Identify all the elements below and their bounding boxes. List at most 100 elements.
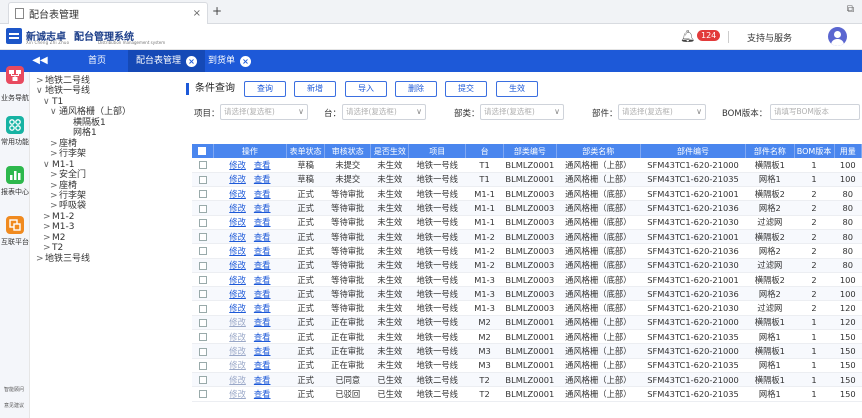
project-select[interactable]: 请选择(复选框) ∨: [220, 104, 308, 120]
row-checkbox[interactable]: [198, 304, 207, 313]
table-row[interactable]: 修改 查看 正式 等待审批 未生效 地铁一号线 M1-3 BLMLZ0003 通风格栅（底部） S…: [192, 300, 862, 316]
tree-node[interactable]: >行李架: [50, 149, 86, 160]
row-checkbox[interactable]: [198, 233, 207, 242]
window-restore-icon[interactable]: ⧉: [847, 4, 854, 15]
table-row[interactable]: 修改 查看 正式 等待审批 未生效 地铁一号线 M1-3 BLMLZ0003 通风格栅（底部） S…: [192, 286, 862, 302]
chevron-right-icon[interactable]: >: [50, 139, 59, 150]
table-row[interactable]: 修改 查看 正式 正在审批 未生效 地铁一号线 M2 BLMLZ0001 通风格栅（上部） SFM…: [192, 329, 862, 345]
view-link[interactable]: 查看: [254, 317, 271, 327]
new-tab-icon[interactable]: +: [212, 4, 222, 18]
view-link[interactable]: 查看: [254, 375, 271, 385]
view-link[interactable]: 查看: [254, 232, 271, 242]
view-link[interactable]: 查看: [254, 260, 271, 270]
chevron-down-icon[interactable]: ∨: [43, 97, 52, 108]
row-checkbox[interactable]: [198, 161, 207, 170]
edit-link[interactable]: 修改: [229, 189, 246, 199]
tree-node[interactable]: >M2: [43, 233, 66, 244]
tree-node[interactable]: >安全门: [50, 170, 86, 181]
view-link[interactable]: 查看: [254, 174, 271, 184]
table-row[interactable]: 修改 查看 草稿 未提交 未生效 地铁一号线 T1 BLMLZ0001 通风格栅（上部） SFM4…: [192, 158, 862, 173]
table-row[interactable]: 修改 查看 正式 正在审批 未生效 地铁一号线 M3 BLMLZ0001 通风格栅（上部） SFM…: [192, 343, 862, 359]
chevron-right-icon[interactable]: >: [50, 170, 59, 181]
chevron-right-icon[interactable]: >: [50, 191, 59, 202]
row-checkbox[interactable]: [198, 276, 207, 285]
edit-link[interactable]: 修改: [229, 232, 246, 242]
notification-badge[interactable]: 124: [697, 30, 721, 41]
tree-node[interactable]: >地铁三号线: [36, 254, 90, 265]
tree-node[interactable]: >座椅: [50, 139, 77, 150]
row-checkbox[interactable]: [198, 347, 207, 356]
chevron-right-icon[interactable]: >: [43, 243, 52, 254]
view-link[interactable]: 查看: [254, 275, 271, 285]
chevron-right-icon[interactable]: >: [50, 181, 59, 192]
row-checkbox[interactable]: [198, 190, 207, 199]
row-checkbox[interactable]: [198, 361, 207, 370]
delete-button[interactable]: 删除: [395, 81, 437, 97]
edit-link[interactable]: 修改: [229, 174, 246, 184]
row-checkbox[interactable]: [198, 290, 207, 299]
avatar[interactable]: [828, 27, 847, 46]
tree-node[interactable]: 横隔板1: [64, 118, 106, 129]
table-row[interactable]: 修改 查看 正式 等待审批 未生效 地铁一号线 M1-1 BLMLZ0003 通风格栅（底部） S…: [192, 186, 862, 202]
view-link[interactable]: 查看: [254, 389, 271, 399]
sidebar-item-org[interactable]: [0, 66, 30, 84]
close-icon[interactable]: ×: [240, 56, 252, 67]
chevron-right-icon[interactable]: >: [36, 76, 45, 87]
tab-arrival-note[interactable]: 到货单 ×: [208, 50, 252, 72]
view-link[interactable]: 查看: [254, 289, 271, 299]
row-checkbox[interactable]: [198, 376, 207, 385]
tree-node[interactable]: ∨ 地铁一号线: [36, 86, 90, 97]
chevron-right-icon[interactable]: >: [43, 233, 52, 244]
tree-node[interactable]: >地铁二号线: [36, 76, 90, 87]
browser-tab[interactable]: 配台表管理 ×: [8, 2, 208, 24]
chevron-right-icon[interactable]: >: [43, 212, 52, 223]
chevron-right-icon[interactable]: >: [43, 222, 52, 233]
tree-node[interactable]: >M1-3: [43, 222, 74, 233]
edit-link[interactable]: 修改: [229, 203, 246, 213]
chevron-right-icon[interactable]: >: [36, 254, 45, 265]
smart-advisor-link[interactable]: 智能顾问: [4, 386, 24, 393]
edit-link[interactable]: 修改: [229, 246, 246, 256]
tree-node[interactable]: >座椅: [50, 181, 77, 192]
add-button[interactable]: 新增: [294, 81, 336, 97]
bell-icon[interactable]: 🔔︎: [680, 29, 695, 43]
table-row[interactable]: 修改 查看 正式 正在审批 未生效 地铁一号线 M3 BLMLZ0001 通风格栅（上部） SFM…: [192, 358, 862, 373]
collapse-sidebar-icon[interactable]: ◀◀: [28, 54, 52, 68]
table-row[interactable]: 修改 查看 正式 等待审批 未生效 地铁一号线 M1-3 BLMLZ0003 通风格栅（底部） S…: [192, 272, 862, 288]
view-link[interactable]: 查看: [254, 346, 271, 356]
component-select[interactable]: 请选择(复选框) ∨: [618, 104, 706, 120]
table-row[interactable]: 修改 查看 正式 等待审批 未生效 地铁一号线 M1-2 BLMLZ0003 通风格栅（底部） S…: [192, 243, 862, 259]
sidebar-item-interconnect-platform[interactable]: 互联平台: [0, 216, 30, 247]
edit-link[interactable]: 修改: [229, 260, 246, 270]
tree-node[interactable]: >呼吸袋: [50, 201, 86, 212]
view-link[interactable]: 查看: [254, 246, 271, 256]
view-link[interactable]: 查看: [254, 332, 271, 342]
chevron-down-icon[interactable]: ∨: [50, 107, 59, 118]
edit-link[interactable]: 修改: [229, 289, 246, 299]
edit-link[interactable]: 修改: [229, 303, 246, 313]
row-checkbox[interactable]: [198, 247, 207, 256]
edit-link[interactable]: 修改: [229, 275, 246, 285]
bom-version-input[interactable]: 请填写BOM版本: [770, 104, 860, 120]
edit-link[interactable]: 修改: [229, 160, 246, 170]
table-row[interactable]: 修改 查看 正式 等待审批 未生效 地铁一号线 M1-1 BLMLZ0003 通风格栅（底部） S…: [192, 200, 862, 216]
view-link[interactable]: 查看: [254, 160, 271, 170]
tree-node[interactable]: >M1-2: [43, 212, 74, 223]
feedback-link[interactable]: 意见建议: [4, 402, 24, 409]
close-icon[interactable]: ×: [193, 8, 201, 19]
sidebar-item-report-center[interactable]: 报表中心: [0, 166, 30, 197]
view-link[interactable]: 查看: [254, 360, 271, 370]
chevron-down-icon[interactable]: ∨: [36, 86, 45, 97]
select-all-header[interactable]: [192, 144, 214, 158]
table-row[interactable]: 修改 查看 正式 等待审批 未生效 地铁一号线 M1-2 BLMLZ0003 通风格栅（底部） S…: [192, 258, 862, 273]
tab-home[interactable]: 首页: [88, 50, 106, 72]
table-row[interactable]: 修改 查看 正式 等待审批 未生效 地铁一号线 M1-2 BLMLZ0003 通风格栅（底部） S…: [192, 229, 862, 245]
row-checkbox[interactable]: [198, 333, 207, 342]
tree-node[interactable]: ∨ M1-1: [43, 160, 74, 171]
query-button[interactable]: 查询: [244, 81, 286, 97]
table-row[interactable]: 修改 查看 草稿 未提交 未生效 地铁一号线 T1 BLMLZ0001 通风格栅（上部） SFM4…: [192, 172, 862, 188]
tree-node[interactable]: 网格1: [64, 128, 97, 139]
category-select[interactable]: 请选择(复选框) ∨: [480, 104, 564, 120]
tab-config-table[interactable]: 配台表管理 ×: [128, 50, 206, 72]
support-link[interactable]: 支持与服务: [747, 31, 792, 44]
